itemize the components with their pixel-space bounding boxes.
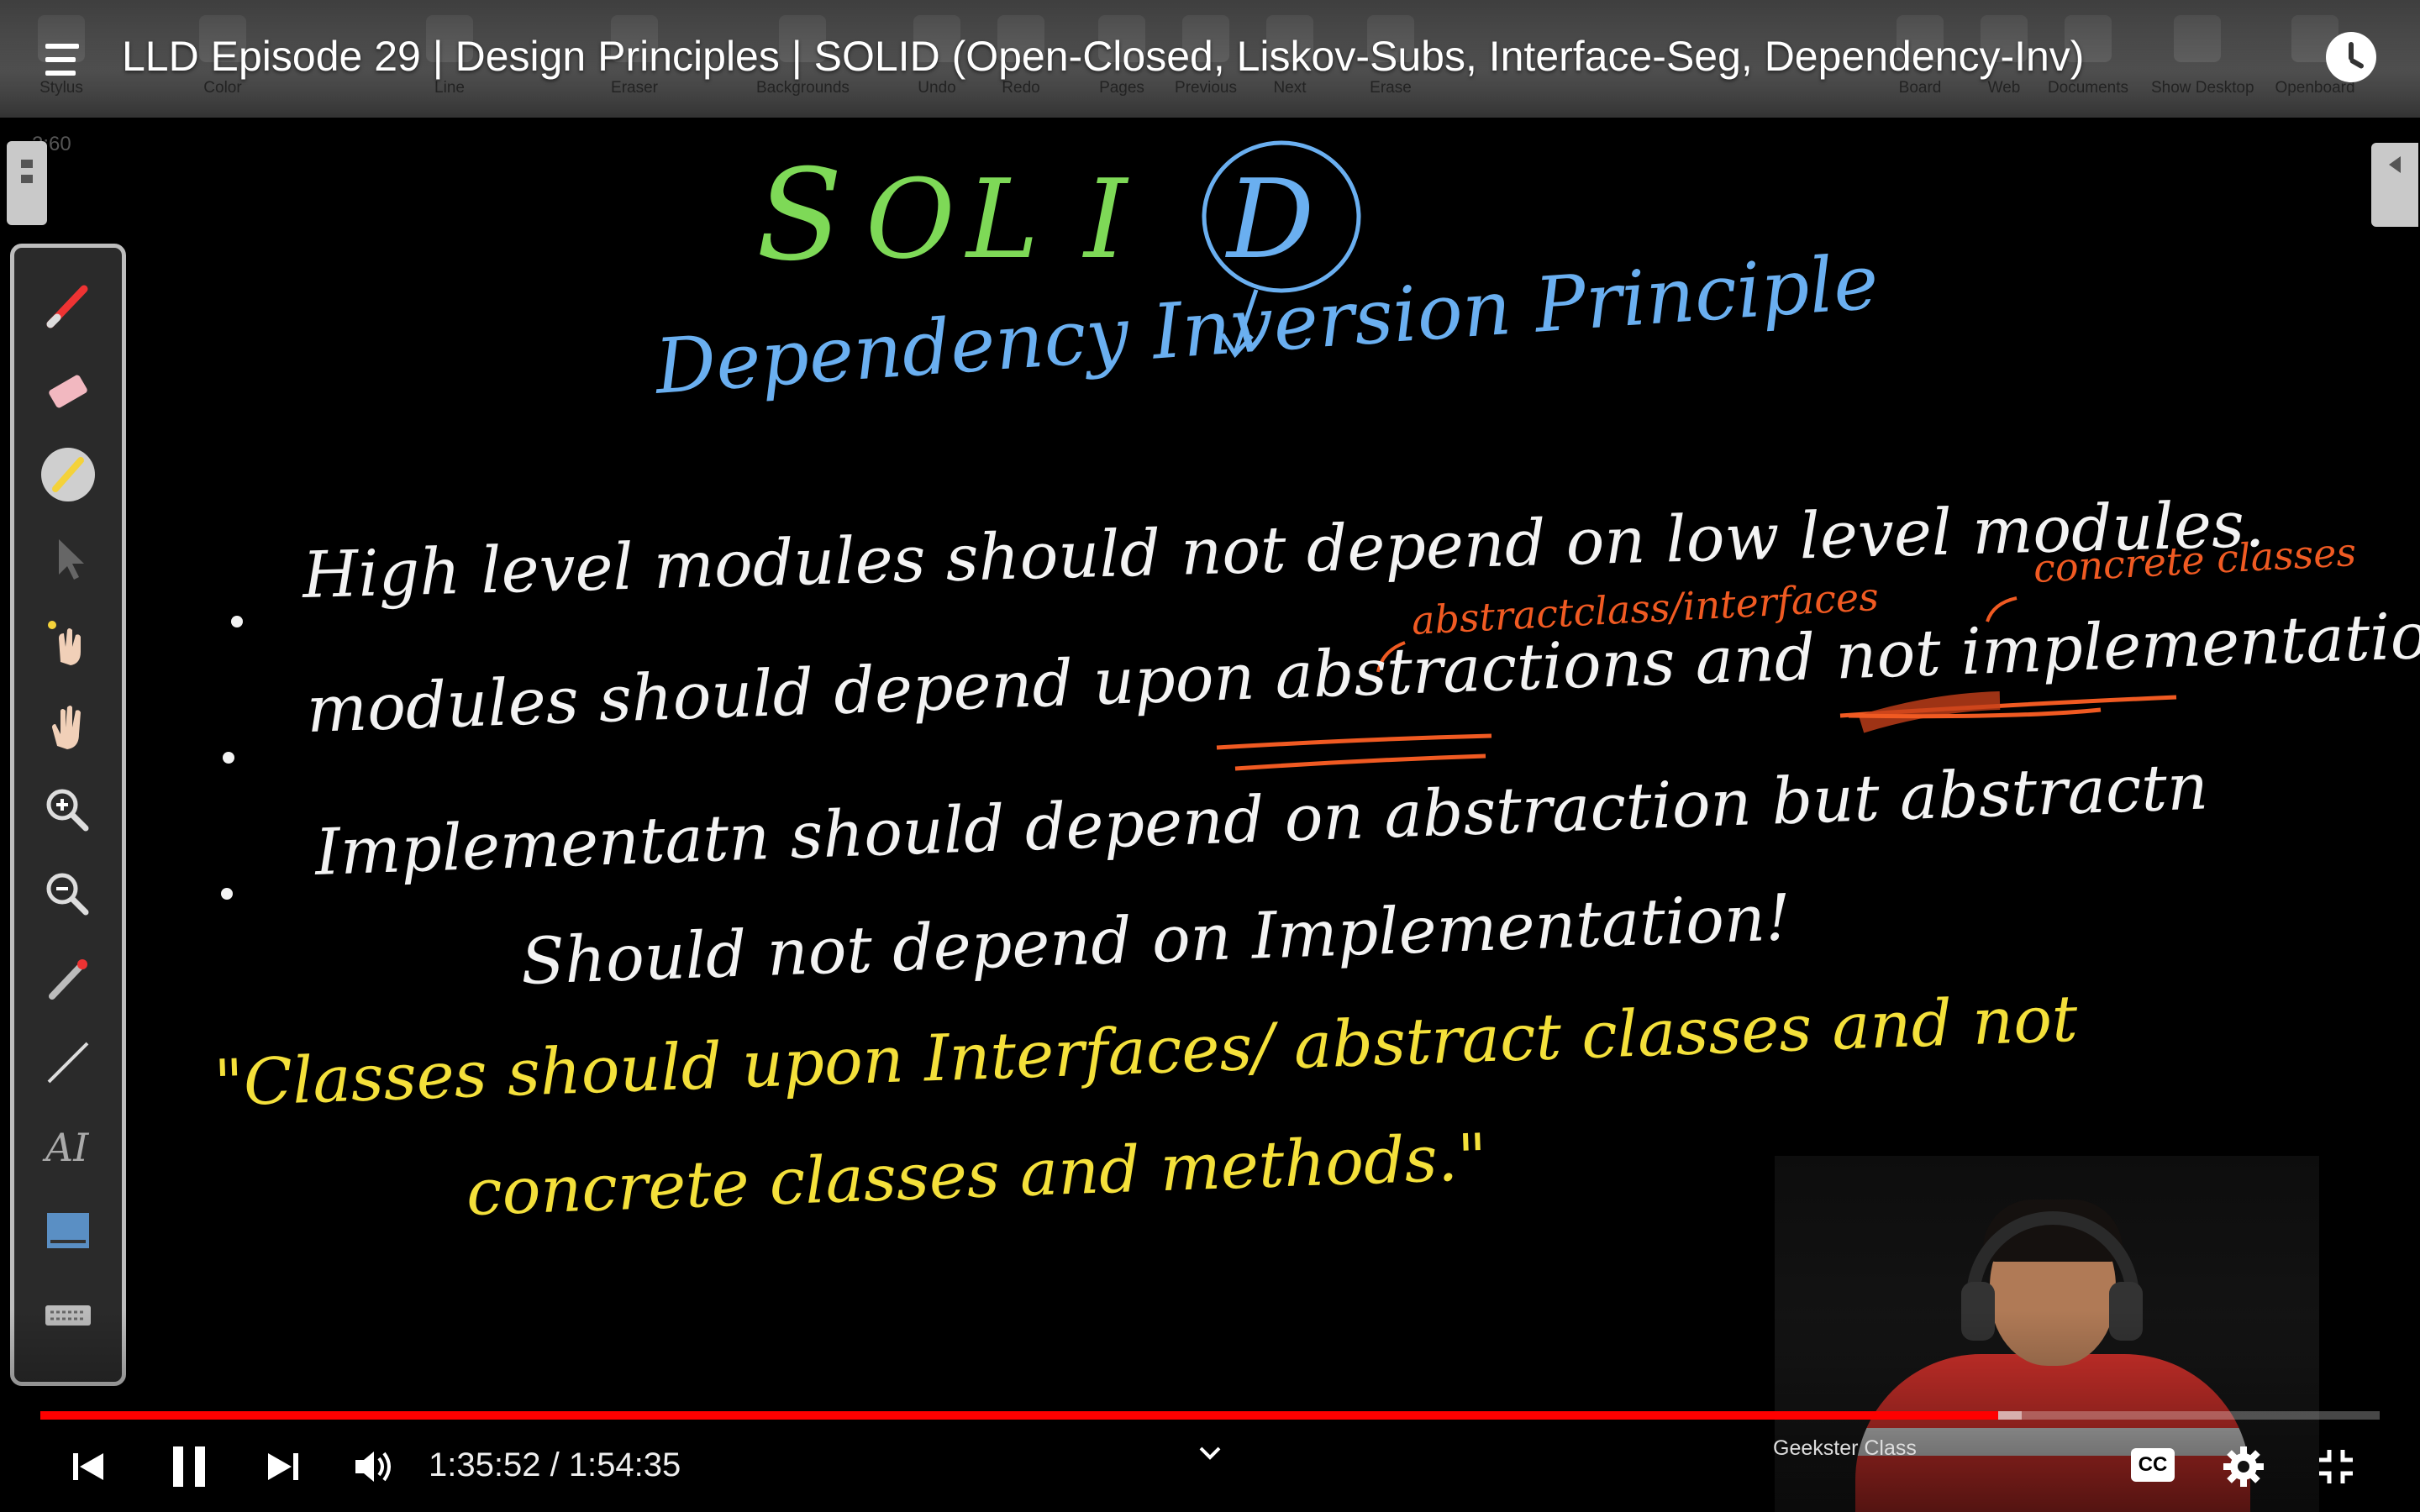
exit-fullscreen-icon[interactable] (2312, 1441, 2360, 1492)
progress-bar[interactable] (40, 1411, 2380, 1420)
volume-icon[interactable] (351, 1441, 398, 1492)
progress-played (40, 1411, 1999, 1420)
current-time: 1:35:52 (429, 1446, 541, 1483)
video-player[interactable]: StylusColorLineEraserBackgroundsUndoRedo… (0, 0, 2420, 1512)
captions-button[interactable]: CC (2131, 1448, 2175, 1482)
duration: 1:54:35 (568, 1446, 681, 1483)
next-icon[interactable] (262, 1441, 304, 1492)
webcam-label: Geekster Class (1773, 1436, 1917, 1460)
chevron-down-icon[interactable] (1192, 1428, 1228, 1478)
time-display: 1:35:52 / 1:54:35 (429, 1446, 681, 1484)
time-separator: / (540, 1446, 569, 1483)
previous-icon[interactable] (67, 1441, 109, 1492)
settings-icon[interactable] (2220, 1441, 2267, 1492)
pause-icon[interactable] (166, 1441, 213, 1492)
